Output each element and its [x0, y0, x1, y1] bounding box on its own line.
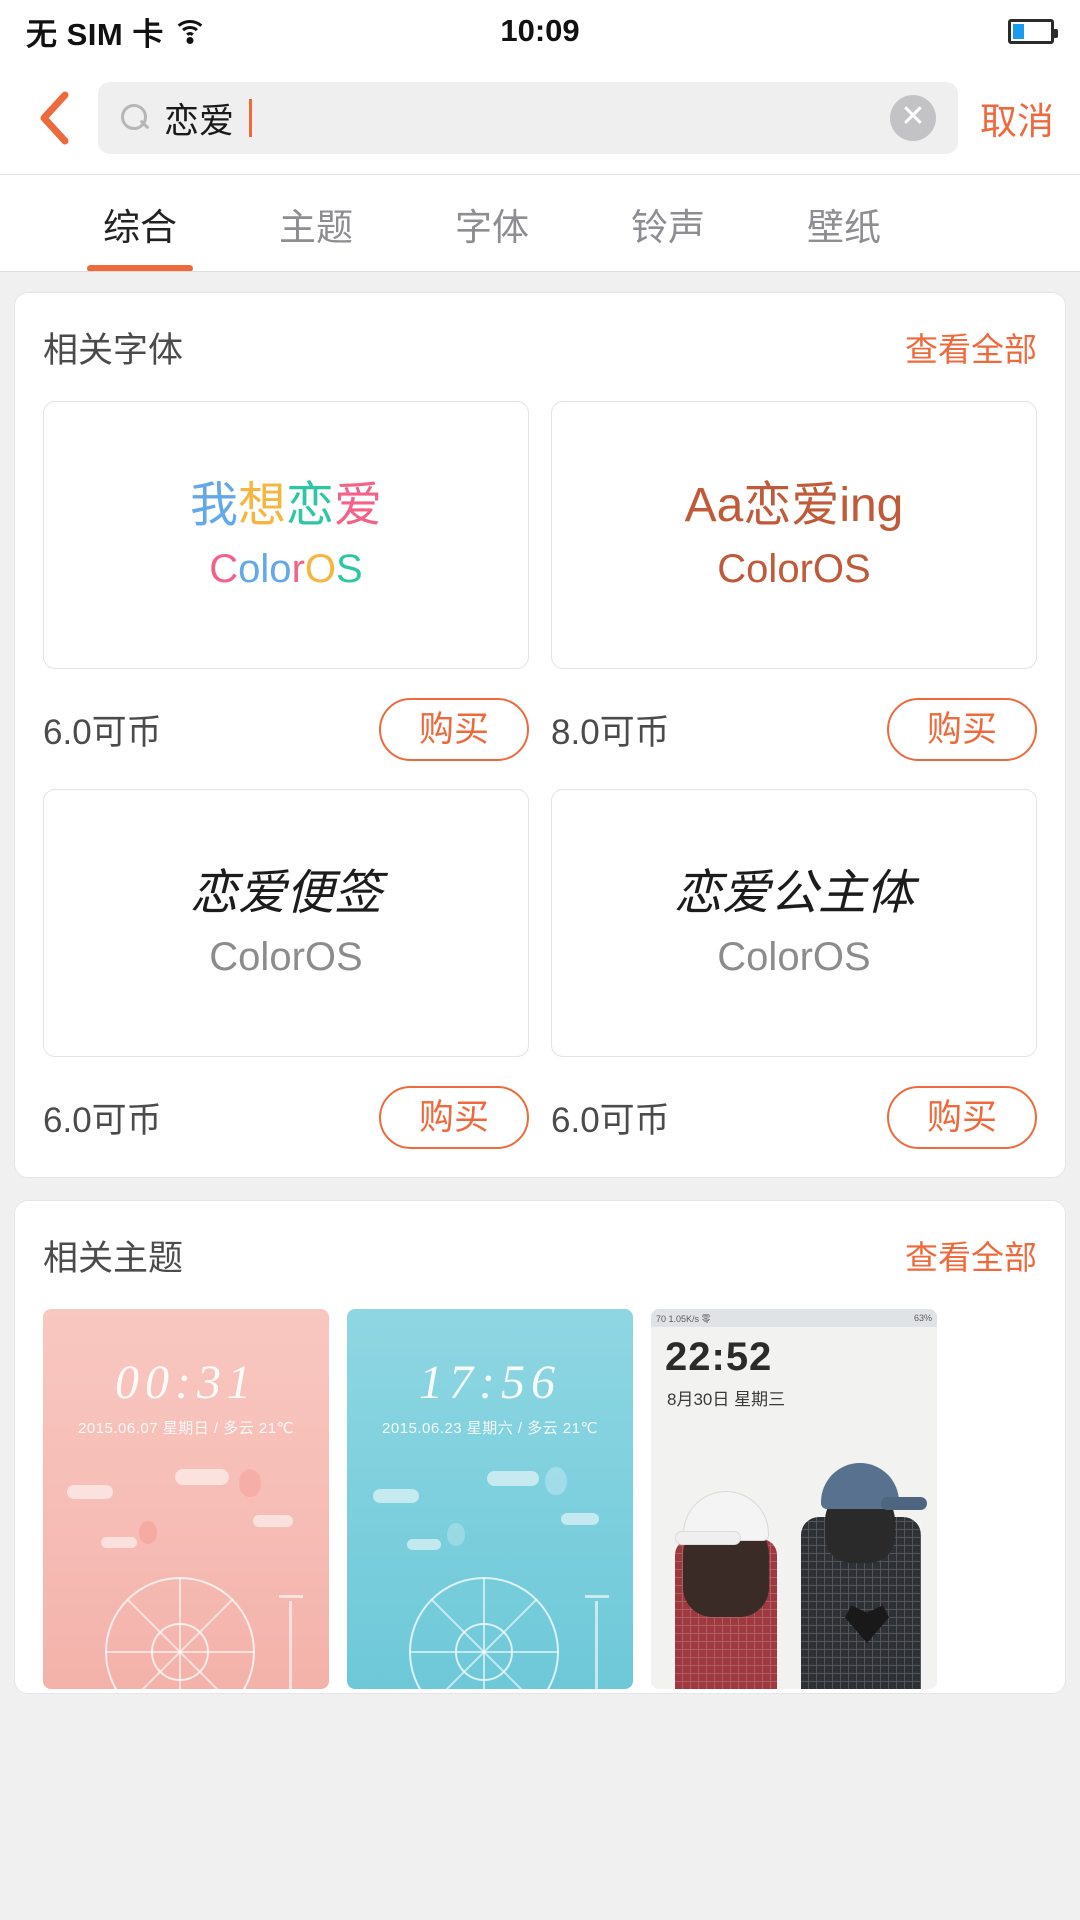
theme-clock-1: 17:56	[419, 1356, 561, 1409]
tab-bizhi[interactable]: 壁纸	[756, 175, 932, 272]
related-themes-card: 相关主题 查看全部 00:31 2015.06.07 星期日 / 多云 21℃	[14, 1200, 1066, 1694]
font-preview-main-2: 恋爱便签	[189, 867, 382, 921]
theme-clock-2: 22:52	[665, 1335, 773, 1379]
cancel-button[interactable]: 取消	[974, 91, 1054, 145]
price-cell-2: 6.0可币 购买	[43, 1085, 529, 1149]
related-fonts-view-all[interactable]: 查看全部	[905, 323, 1037, 371]
font-preview-1[interactable]: Aa恋爱ing ColorOS	[551, 401, 1037, 669]
font-price-1: 8.0可币	[551, 712, 670, 752]
font-item-3[interactable]: 恋爱公主体 ColorOS	[551, 789, 1037, 1057]
content-scroll-area[interactable]: 相关字体 查看全部 我想恋爱 ColorOS Aa恋爱ing ColorOS 6…	[0, 272, 1080, 1920]
font-price-3: 6.0可币	[551, 1100, 670, 1140]
status-right	[1008, 18, 1058, 44]
search-query-text: 恋爱	[164, 101, 235, 141]
theme-thumbnail-2[interactable]: 70 1.05K/s 零 63% 22:52 8月30日 星期三	[651, 1309, 937, 1689]
theme-item-2[interactable]: 70 1.05K/s 零 63% 22:52 8月30日 星期三	[651, 1309, 937, 1689]
search-input[interactable]: 恋爱 ✕	[98, 82, 958, 154]
font-preview-main-1: Aa恋爱ing	[684, 479, 904, 533]
font-preview-sub-3: ColorOS	[717, 934, 871, 979]
theme-status-left-2: 70 1.05K/s 零	[656, 1313, 711, 1324]
tab-lingsheng[interactable]: 铃声	[580, 175, 756, 272]
font-item-0[interactable]: 我想恋爱 ColorOS	[43, 401, 529, 669]
related-fonts-title: 相关字体	[43, 330, 184, 370]
price-cell-0: 6.0可币 购买	[43, 697, 529, 761]
related-themes-view-all[interactable]: 查看全部	[905, 1231, 1037, 1279]
tab-zhuti[interactable]: 主题	[228, 175, 404, 272]
buy-button-1[interactable]: 购买	[886, 697, 1037, 761]
buy-button-0[interactable]: 购买	[378, 697, 529, 761]
price-cell-3: 6.0可币 购买	[551, 1085, 1037, 1149]
price-row-2: 6.0可币 购买 6.0可币 购买	[43, 1057, 1037, 1177]
related-fonts-card: 相关字体 查看全部 我想恋爱 ColorOS Aa恋爱ing ColorOS 6…	[14, 292, 1066, 1178]
theme-thumbnail-1[interactable]: 17:56 2015.06.23 星期六 / 多云 21℃	[347, 1309, 633, 1689]
theme-statusbar-2: 70 1.05K/s 零 63%	[651, 1309, 937, 1327]
theme-row[interactable]: 00:31 2015.06.07 星期日 / 多云 21℃ 17:56 2015…	[43, 1309, 1037, 1693]
clear-glyph: ✕	[900, 100, 926, 133]
font-preview-sub-0: ColorOS	[209, 546, 363, 591]
text-caret	[249, 99, 252, 137]
font-preview-3[interactable]: 恋爱公主体 ColorOS	[551, 789, 1037, 1057]
theme-item-1[interactable]: 17:56 2015.06.23 星期六 / 多云 21℃	[347, 1309, 633, 1689]
buy-button-2[interactable]: 购买	[378, 1085, 529, 1149]
buy-button-3[interactable]: 购买	[886, 1085, 1037, 1149]
font-item-2[interactable]: 恋爱便签 ColorOS	[43, 789, 529, 1057]
font-preview-sub-1: ColorOS	[717, 546, 871, 591]
font-row-1: 我想恋爱 ColorOS Aa恋爱ing ColorOS	[43, 401, 1037, 669]
theme-status-right-2: 63%	[913, 1313, 932, 1323]
font-price-0: 6.0可币	[43, 712, 162, 752]
search-icon	[120, 103, 150, 133]
related-fonts-header: 相关字体 查看全部	[43, 293, 1037, 401]
price-row-1: 6.0可币 购买 8.0可币 购买	[43, 669, 1037, 789]
battery-icon	[1008, 18, 1058, 44]
font-item-1[interactable]: Aa恋爱ing ColorOS	[551, 401, 1037, 669]
figure-boy	[795, 1441, 927, 1689]
theme-thumbnail-0[interactable]: 00:31 2015.06.07 星期日 / 多云 21℃	[43, 1309, 329, 1689]
status-bar: 无 SIM 卡 10:09	[0, 0, 1080, 62]
tab-ziti[interactable]: 字体	[404, 175, 580, 272]
font-preview-0[interactable]: 我想恋爱 ColorOS	[43, 401, 529, 669]
theme-meta-0: 2015.06.07 星期日 / 多云 21℃	[78, 1420, 294, 1437]
font-preview-main-0: 我想恋爱	[189, 479, 383, 533]
related-themes-header: 相关主题 查看全部	[43, 1201, 1037, 1309]
font-preview-main-3: 恋爱公主体	[673, 867, 914, 921]
search-bar: 恋爱 ✕ 取消	[0, 62, 1080, 174]
theme-clock-0: 00:31	[115, 1356, 257, 1409]
status-time: 10:09	[500, 13, 580, 48]
price-cell-1: 8.0可币 购买	[551, 697, 1037, 761]
font-row-2: 恋爱便签 ColorOS 恋爱公主体 ColorOS	[43, 789, 1037, 1057]
font-preview-sub-2: ColorOS	[209, 934, 363, 979]
font-price-2: 6.0可币	[43, 1100, 162, 1140]
clear-icon[interactable]: ✕	[890, 95, 936, 141]
font-preview-2[interactable]: 恋爱便签 ColorOS	[43, 789, 529, 1057]
related-themes-title: 相关主题	[43, 1238, 184, 1278]
tab-zonghe[interactable]: 综合	[52, 175, 228, 272]
theme-item-0[interactable]: 00:31 2015.06.07 星期日 / 多云 21℃	[43, 1309, 329, 1689]
back-button[interactable]	[26, 86, 82, 150]
tab-bar: 综合 主题 字体 铃声 壁纸	[0, 174, 1080, 272]
theme-meta-2: 8月30日 星期三	[667, 1390, 786, 1409]
figure-girl	[667, 1457, 785, 1689]
theme-meta-1: 2015.06.23 星期六 / 多云 21℃	[382, 1420, 598, 1437]
